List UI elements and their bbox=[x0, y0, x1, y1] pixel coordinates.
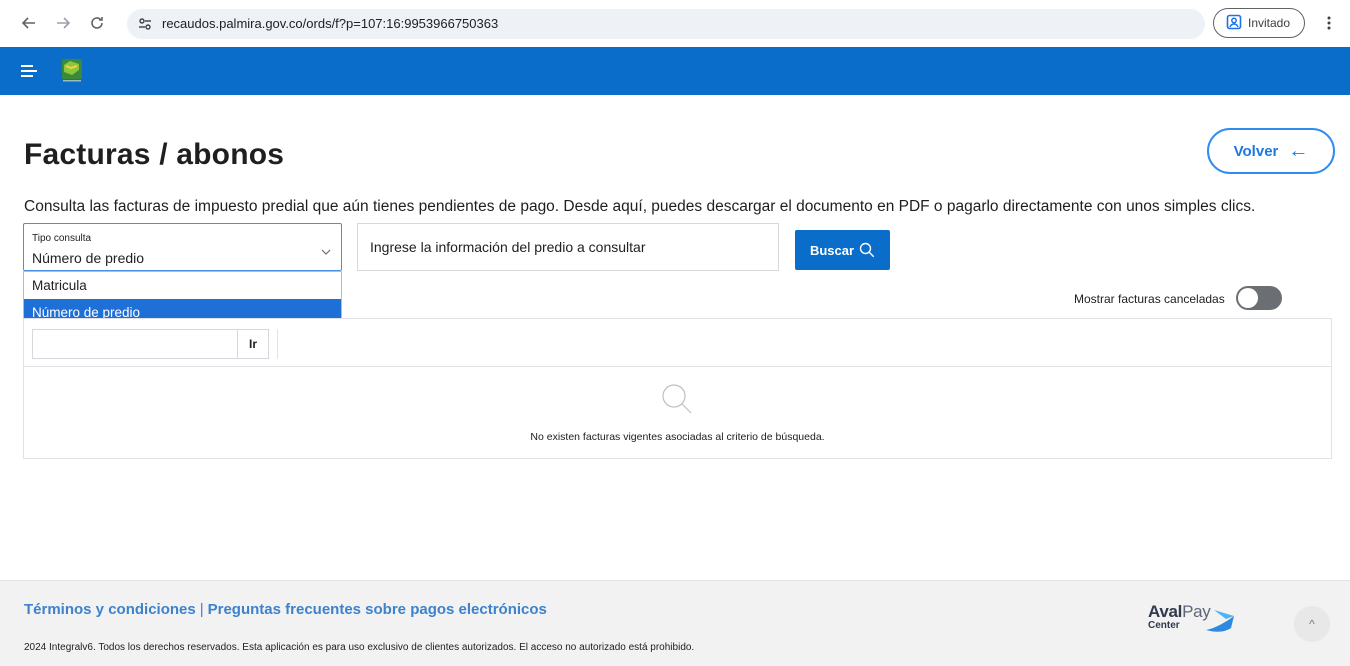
tune-icon[interactable] bbox=[137, 16, 153, 37]
go-button[interactable]: Ir bbox=[237, 329, 269, 359]
person-icon bbox=[1226, 14, 1242, 33]
profile-button[interactable]: Invitado bbox=[1213, 8, 1305, 38]
page-title: Facturas / abonos bbox=[24, 138, 285, 171]
hamburger-icon[interactable] bbox=[20, 63, 38, 79]
query-type-label: Tipo consulta bbox=[32, 233, 92, 244]
empty-message: No existen facturas vigentes asociadas a… bbox=[530, 431, 825, 443]
search-input[interactable]: Ingrese la información del predio a cons… bbox=[357, 223, 779, 271]
toolbar-divider bbox=[277, 329, 278, 359]
back-button[interactable]: Volver ← bbox=[1207, 128, 1335, 174]
scroll-top-button[interactable]: ^ bbox=[1294, 606, 1330, 642]
terms-link[interactable]: Términos y condiciones bbox=[24, 601, 196, 618]
query-type-select[interactable]: Tipo consulta Número de predio bbox=[23, 223, 342, 271]
profile-label: Invitado bbox=[1248, 16, 1291, 30]
query-type-value: Número de predio bbox=[32, 250, 145, 266]
search-button-label: Buscar bbox=[809, 242, 855, 258]
reload-icon[interactable] bbox=[86, 12, 108, 34]
address-bar[interactable]: recaudos.palmira.gov.co/ords/f?p=107:16:… bbox=[127, 9, 1205, 39]
filter-input[interactable] bbox=[32, 329, 238, 359]
footer-links: Términos y condiciones | Preguntas frecuen… bbox=[24, 601, 547, 618]
chevron-down-icon bbox=[321, 242, 331, 260]
browser-toolbar: recaudos.palmira.gov.co/ords/f?p=107:16:… bbox=[0, 0, 1350, 47]
page-description: Consulta las facturas de impuesto predia… bbox=[24, 198, 1256, 215]
results-panel: Ir No existen facturas vigentes asociada… bbox=[23, 318, 1332, 459]
kebab-icon[interactable] bbox=[1318, 12, 1340, 34]
faq-link[interactable]: Preguntas frecuentes sobre pagos electró… bbox=[208, 601, 547, 618]
swoosh-icon bbox=[1206, 610, 1234, 632]
avalpay-logo: AvalPay Center bbox=[1148, 602, 1238, 634]
search-icon bbox=[859, 242, 875, 258]
show-cancelled-label: Mostrar facturas canceladas bbox=[1074, 292, 1225, 306]
copyright-text: 2024 Integralv6. Todos los derechos rese… bbox=[24, 642, 695, 653]
results-toolbar: Ir bbox=[24, 319, 1331, 367]
url-text: recaudos.palmira.gov.co/ords/f?p=107:16:… bbox=[162, 16, 499, 31]
arrow-left-icon: ← bbox=[1288, 139, 1309, 162]
footer: Términos y condiciones | Preguntas frecuen… bbox=[0, 580, 1350, 666]
toggle-knob bbox=[1238, 288, 1258, 308]
search-icon bbox=[661, 383, 693, 420]
app-header bbox=[0, 47, 1350, 95]
back-arrow-icon[interactable] bbox=[18, 12, 40, 34]
brand-sub: Center bbox=[1148, 620, 1180, 631]
brand-aval: Aval bbox=[1148, 602, 1183, 621]
footer-separator: | bbox=[199, 601, 204, 618]
back-button-label: Volver bbox=[1233, 142, 1279, 160]
logo[interactable] bbox=[60, 57, 84, 83]
dropdown-option-matricula[interactable]: Matricula bbox=[24, 272, 341, 299]
search-button[interactable]: Buscar bbox=[795, 230, 890, 270]
search-input-placeholder: Ingrese la información del predio a cons… bbox=[370, 239, 646, 255]
forward-arrow-icon[interactable] bbox=[52, 12, 74, 34]
show-cancelled-toggle[interactable] bbox=[1236, 286, 1282, 310]
chevron-up-icon: ^ bbox=[1309, 617, 1315, 631]
